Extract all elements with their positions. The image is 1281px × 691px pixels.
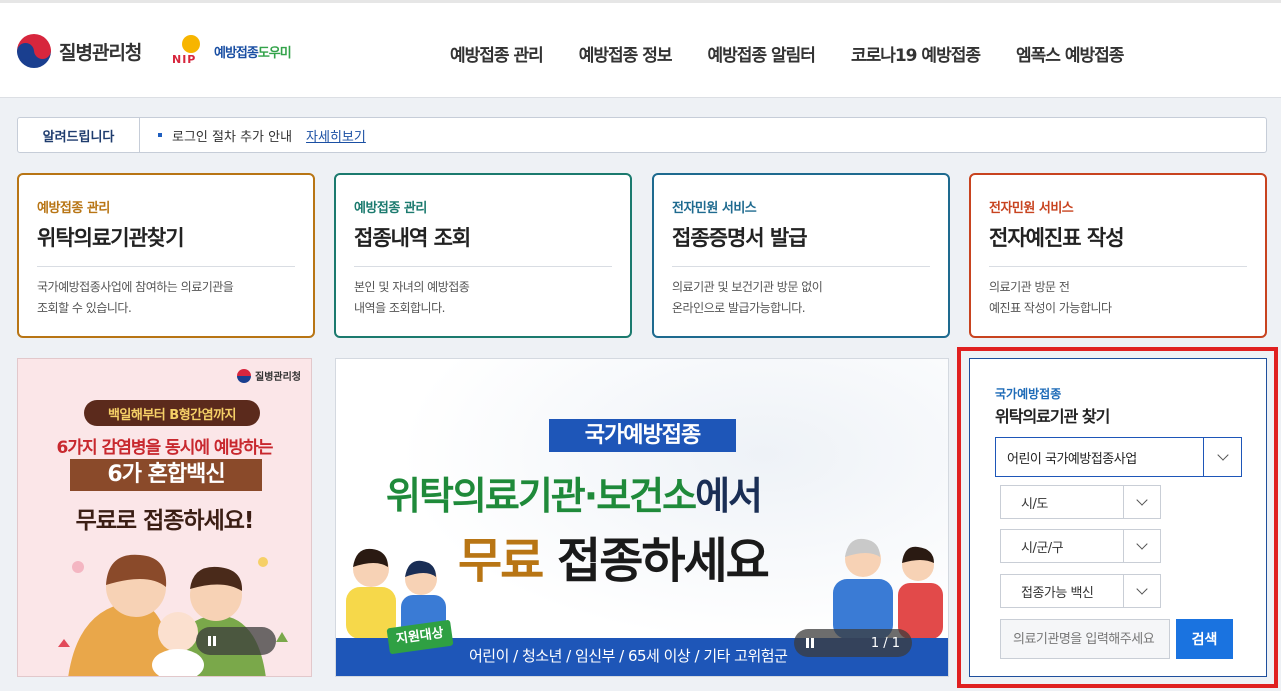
taeguk-emblem-icon bbox=[17, 34, 51, 68]
chevron-down-icon bbox=[1203, 438, 1241, 476]
slide-counter: 1 / 1 bbox=[870, 635, 900, 651]
clinic-search-panel: 국가예방접종 위탁의료기관 찾기 어린이 국가예방접종사업 시/도 시/군/구 … bbox=[969, 358, 1267, 677]
notice-text: 로그인 절차 추가 안내 bbox=[172, 129, 293, 145]
program-select[interactable]: 어린이 국가예방접종사업 bbox=[995, 437, 1242, 477]
notice-detail-link[interactable]: 자세히보기 bbox=[306, 126, 366, 145]
card-category: 전자민원 서비스 bbox=[672, 201, 757, 216]
banner-headline-2: 무료 접종하세요 bbox=[458, 533, 770, 589]
banner-national-vaccination[interactable]: 국가예방접종 위탁의료기관·보건소에서 무료 접종하세요 어린이 / 청소년 /… bbox=[335, 358, 949, 677]
nip-sun-icon: NIP bbox=[172, 33, 210, 69]
nav-vaccination-management[interactable]: 예방접종 관리 bbox=[432, 41, 561, 66]
banner-line3: 무료로 접종하세요! bbox=[75, 508, 255, 534]
chevron-down-icon bbox=[1123, 575, 1160, 607]
nav-covid19[interactable]: 코로나19 예방접종 bbox=[833, 41, 998, 66]
sigungu-select[interactable]: 시/군/구 bbox=[1000, 529, 1161, 563]
banner-pill: 백일해부터 B형간염까지 bbox=[84, 400, 260, 426]
banner-hexavalent-vaccine[interactable]: 질병관리청 백일해부터 B형간염까지 6가지 감염병을 동시에 예방하는 6가 … bbox=[17, 358, 312, 677]
card-category: 예방접종 관리 bbox=[37, 201, 110, 216]
notice-bar: 알려드립니다 로그인 절차 추가 안내 자세히보기 bbox=[17, 117, 1267, 153]
banner-line2: 6가 혼합백신 bbox=[70, 459, 262, 491]
chevron-down-icon bbox=[1123, 530, 1160, 562]
banner-left-slider-control bbox=[196, 627, 276, 655]
pause-icon[interactable] bbox=[806, 638, 814, 648]
kdca-logo[interactable]: 질병관리청 bbox=[17, 34, 142, 68]
nip-logo[interactable]: NIP 예방접종도우미 bbox=[172, 33, 292, 69]
card-vaccination-history[interactable]: 예방접종 관리 접종내역 조회 본인 및 자녀의 예방접종 내역을 조회합니다. bbox=[334, 173, 632, 338]
bullet-icon bbox=[158, 133, 162, 137]
nav-mpox[interactable]: 엠폭스 예방접종 bbox=[998, 41, 1141, 66]
card-category: 전자민원 서비스 bbox=[989, 201, 1074, 216]
clinic-name-input[interactable] bbox=[1000, 619, 1170, 659]
pause-icon[interactable] bbox=[208, 636, 216, 646]
nip-title: 예방접종도우미 bbox=[214, 45, 292, 61]
card-title: 위탁의료기관찾기 bbox=[37, 222, 295, 267]
site-header: 질병관리청 NIP 예방접종도우미 예방접종 관리 예방접종 정보 예방접종 알… bbox=[0, 0, 1281, 98]
card-description: 본인 및 자녀의 예방접종 내역을 조회합니다. bbox=[354, 280, 470, 315]
banner-target-text: 어린이 / 청소년 / 임신부 / 65세 이상 / 기타 고위험군 bbox=[469, 647, 788, 665]
card-description: 의료기관 방문 전 예진표 작성이 가능합니다 bbox=[989, 280, 1112, 315]
card-category: 예방접종 관리 bbox=[354, 201, 427, 216]
banner-org-logo: 질병관리청 bbox=[237, 368, 301, 383]
sido-select[interactable]: 시/도 bbox=[1000, 485, 1161, 519]
card-certificate[interactable]: 전자민원 서비스 접종증명서 발급 의료기관 및 보건기관 방문 없이 온라인으로… bbox=[652, 173, 950, 338]
notice-label: 알려드립니다 bbox=[18, 118, 140, 152]
vaccine-select[interactable]: 접종가능 백신 bbox=[1000, 574, 1161, 608]
nav-vaccination-info[interactable]: 예방접종 정보 bbox=[561, 41, 690, 66]
taeguk-emblem-icon bbox=[237, 368, 251, 383]
seniors-illustration-icon bbox=[833, 538, 943, 639]
card-title: 접종내역 조회 bbox=[354, 222, 612, 267]
org-name: 질병관리청 bbox=[59, 41, 142, 64]
search-button[interactable]: 검색 bbox=[1176, 619, 1233, 659]
banner-center-slider-control: 1 / 1 bbox=[794, 629, 912, 657]
card-description: 국가예방접종사업에 참여하는 의료기관을 조회할 수 있습니다. bbox=[37, 280, 234, 315]
main-nav: 예방접종 관리 예방접종 정보 예방접종 알림터 코로나19 예방접종 엠폭스 … bbox=[432, 41, 1141, 66]
banner-headline-1: 위탁의료기관·보건소에서 bbox=[386, 474, 763, 518]
card-description: 의료기관 및 보건기관 방문 없이 온라인으로 발급가능합니다. bbox=[672, 280, 823, 315]
banner-tag: 국가예방접종 bbox=[549, 419, 736, 452]
banner-line1: 6가지 감염병을 동시에 예방하는 bbox=[56, 438, 274, 458]
card-find-clinic[interactable]: 예방접종 관리 위탁의료기관찾기 국가예방접종사업에 참여하는 의료기관을 조회할… bbox=[17, 173, 315, 338]
card-e-questionnaire[interactable]: 전자민원 서비스 전자예진표 작성 의료기관 방문 전 예진표 작성이 가능합니다 bbox=[969, 173, 1267, 338]
search-title: 위탁의료기관 찾기 bbox=[995, 407, 1110, 426]
family-illustration-icon bbox=[58, 554, 288, 676]
card-title: 접종증명서 발급 bbox=[672, 222, 930, 267]
card-title: 전자예진표 작성 bbox=[989, 222, 1247, 267]
search-category: 국가예방접종 bbox=[995, 387, 1062, 401]
chevron-down-icon bbox=[1123, 486, 1160, 518]
nav-vaccination-notice[interactable]: 예방접종 알림터 bbox=[690, 41, 833, 66]
